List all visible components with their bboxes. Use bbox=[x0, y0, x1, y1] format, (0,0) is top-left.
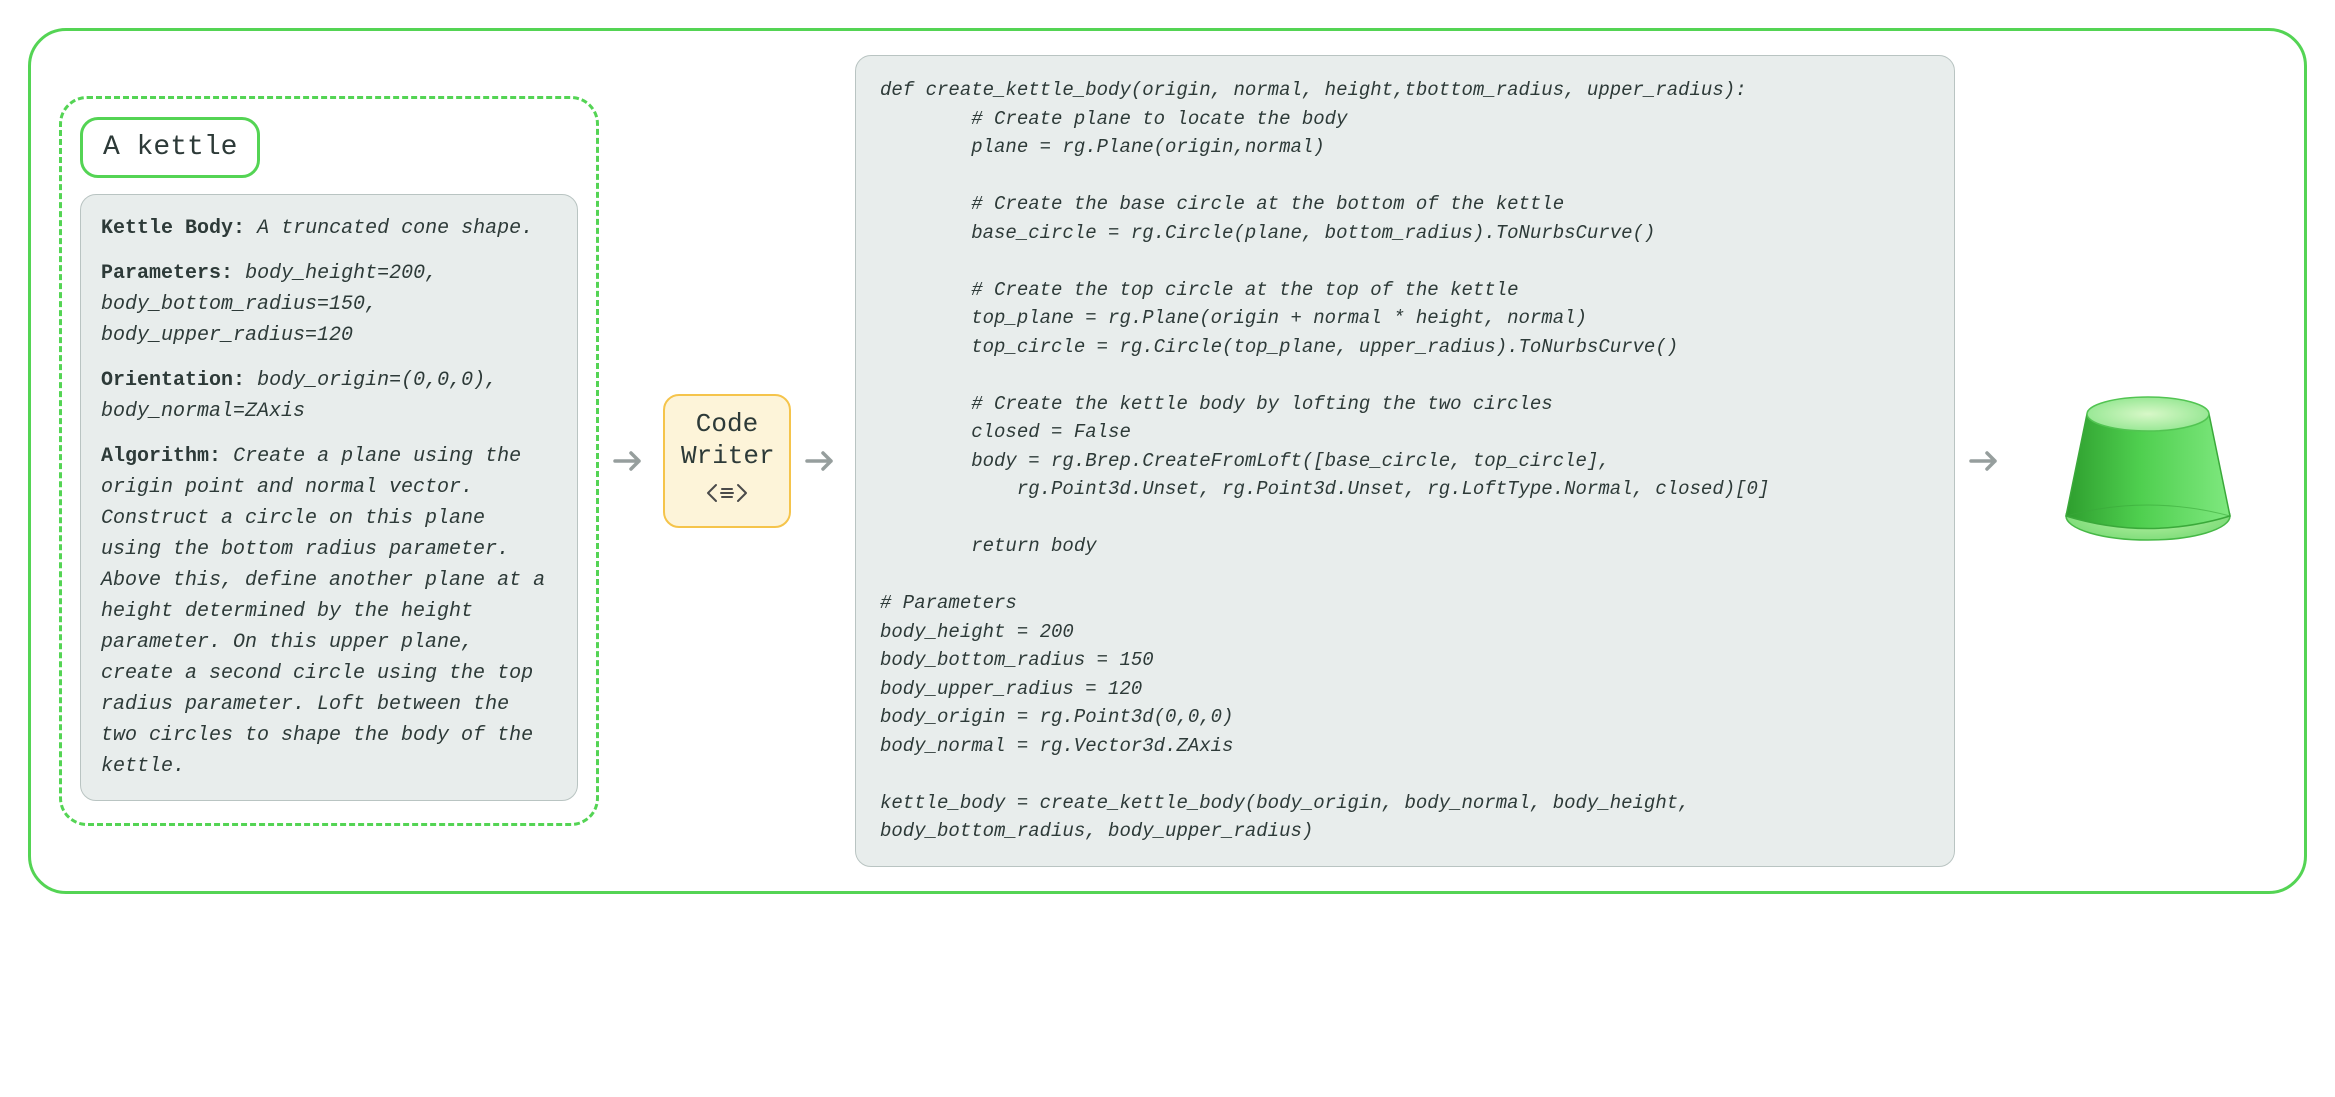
arrow-icon bbox=[805, 447, 841, 475]
spec-algorithm-desc: Create a plane using the origin point an… bbox=[101, 445, 545, 778]
arrow-icon bbox=[1969, 447, 2005, 475]
spec-algorithm: Algorithm: Create a plane using the orig… bbox=[101, 441, 557, 782]
spec-body-label: Kettle Body: bbox=[101, 217, 245, 240]
arrow-icon bbox=[613, 447, 649, 475]
node-label-line2: Writer bbox=[681, 440, 773, 473]
node-label-line1: Code bbox=[681, 408, 773, 441]
code-icon bbox=[704, 479, 750, 507]
spec-body-desc: A truncated cone shape. bbox=[257, 217, 533, 240]
spec-panel: Kettle Body: A truncated cone shape. Par… bbox=[80, 194, 578, 801]
code-output-panel: def create_kettle_body(origin, normal, h… bbox=[855, 55, 1955, 867]
spec-parameters-label: Parameters: bbox=[101, 262, 233, 285]
truncated-cone-icon bbox=[2053, 366, 2243, 556]
object-title-chip: A kettle bbox=[80, 117, 260, 178]
spec-body: Kettle Body: A truncated cone shape. bbox=[101, 213, 557, 244]
spec-orientation-label: Orientation: bbox=[101, 369, 245, 392]
input-spec-group: A kettle Kettle Body: A truncated cone s… bbox=[59, 96, 599, 826]
spec-parameters: Parameters: body_height=200, body_bottom… bbox=[101, 258, 557, 351]
spec-algorithm-label: Algorithm: bbox=[101, 445, 221, 468]
pipeline-container: A kettle Kettle Body: A truncated cone s… bbox=[28, 28, 2307, 894]
render-output bbox=[2019, 366, 2276, 556]
code-writer-node: Code Writer bbox=[663, 394, 791, 529]
spec-orientation: Orientation: body_origin=(0,0,0), body_n… bbox=[101, 365, 557, 427]
